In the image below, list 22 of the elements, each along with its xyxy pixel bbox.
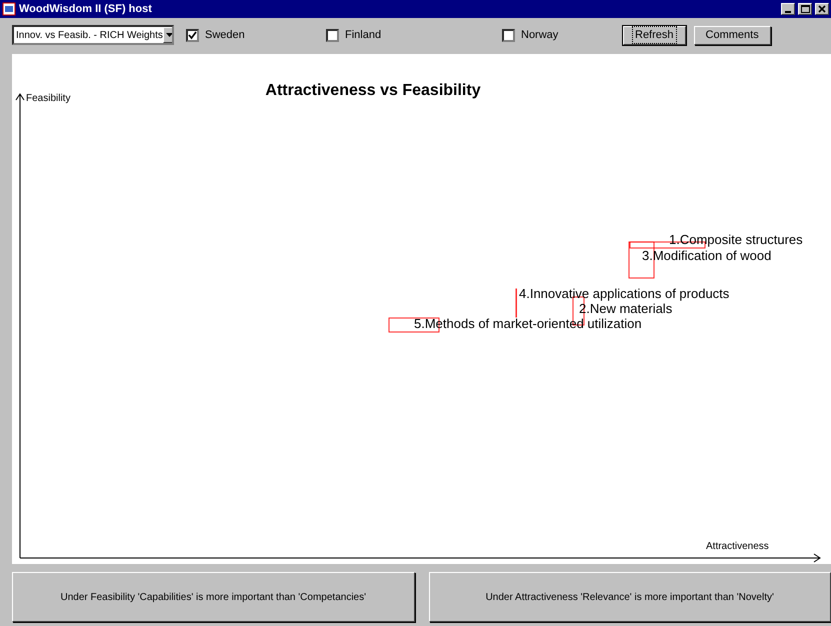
maximize-icon: [800, 5, 810, 13]
check-icon: [188, 30, 197, 40]
close-button[interactable]: [815, 3, 829, 15]
item-label: 4.Innovative applications of products: [519, 286, 730, 301]
view-dropdown[interactable]: Innov. vs Feasib. - RICH Weights: [12, 25, 174, 45]
app-icon: [2, 2, 16, 16]
close-icon: [818, 5, 826, 13]
toolbar-button[interactable]: Refresh: [623, 26, 686, 44]
chart-title: Attractiveness vs Feasibility: [265, 82, 481, 99]
x-axis-label: Attractiveness: [706, 541, 769, 552]
item-label: 1.Composite structures: [669, 232, 803, 247]
window-title: WoodWisdom II (SF) host: [19, 2, 152, 17]
minimize-button[interactable]: [781, 3, 795, 15]
dropdown-arrow-icon: [166, 33, 172, 37]
y-axis-label: Feasibility: [26, 93, 70, 104]
toolbar-button[interactable]: Comments: [694, 26, 771, 44]
maximize-button[interactable]: [798, 3, 812, 15]
country-checkbox[interactable]: Finland: [326, 26, 396, 44]
note-button[interactable]: Under Attractiveness 'Relevance' is more important than 'Novelty': [428, 572, 831, 622]
note-button[interactable]: Under Feasibility 'Capabilities' is more important than 'Competancies': [12, 572, 414, 622]
country-checkbox[interactable]: Sweden: [186, 26, 256, 44]
country-checkbox[interactable]: Norway: [502, 26, 572, 44]
